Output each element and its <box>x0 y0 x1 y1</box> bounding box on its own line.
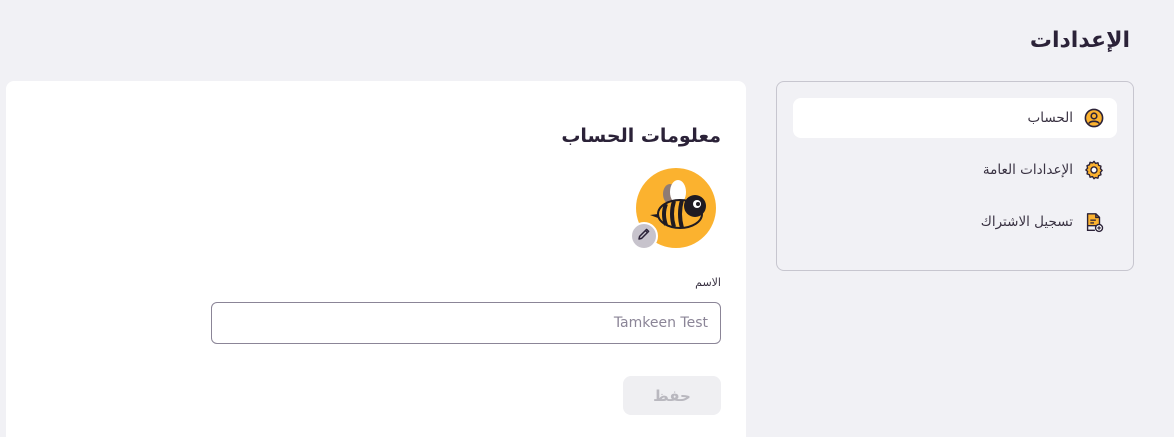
pencil-icon <box>636 226 652 246</box>
user-circle-icon <box>1083 107 1105 129</box>
sidebar-item-general-settings[interactable]: الإعدادات العامة <box>793 150 1117 190</box>
sidebar-item-label: تسجيل الاشتراك <box>980 214 1073 230</box>
sidebar-item-label: الحساب <box>1027 110 1073 126</box>
save-button[interactable]: حفظ <box>623 376 721 415</box>
avatar-container <box>630 165 719 251</box>
name-field-label: الاسم <box>695 276 721 289</box>
gear-icon <box>1083 159 1105 181</box>
edit-avatar-button[interactable] <box>630 222 658 250</box>
document-add-icon <box>1083 211 1105 233</box>
sidebar-item-subscription[interactable]: تسجيل الاشتراك <box>793 202 1117 242</box>
page-title: الإعدادات <box>1029 28 1130 53</box>
sidebar-item-account[interactable]: الحساب <box>793 98 1117 138</box>
sidebar-item-label: الإعدادات العامة <box>982 162 1073 178</box>
account-info-card: معلومات الحساب الاسم Tamkeen Test حفظ <box>6 81 746 437</box>
settings-page: الإعدادات الحساب الإعدادات العامة تسجيل … <box>0 0 1174 437</box>
settings-sidebar: الحساب الإعدادات العامة تسجيل الاشتراك <box>776 81 1134 271</box>
name-input[interactable] <box>211 302 721 344</box>
account-info-title: معلومات الحساب <box>561 125 721 147</box>
